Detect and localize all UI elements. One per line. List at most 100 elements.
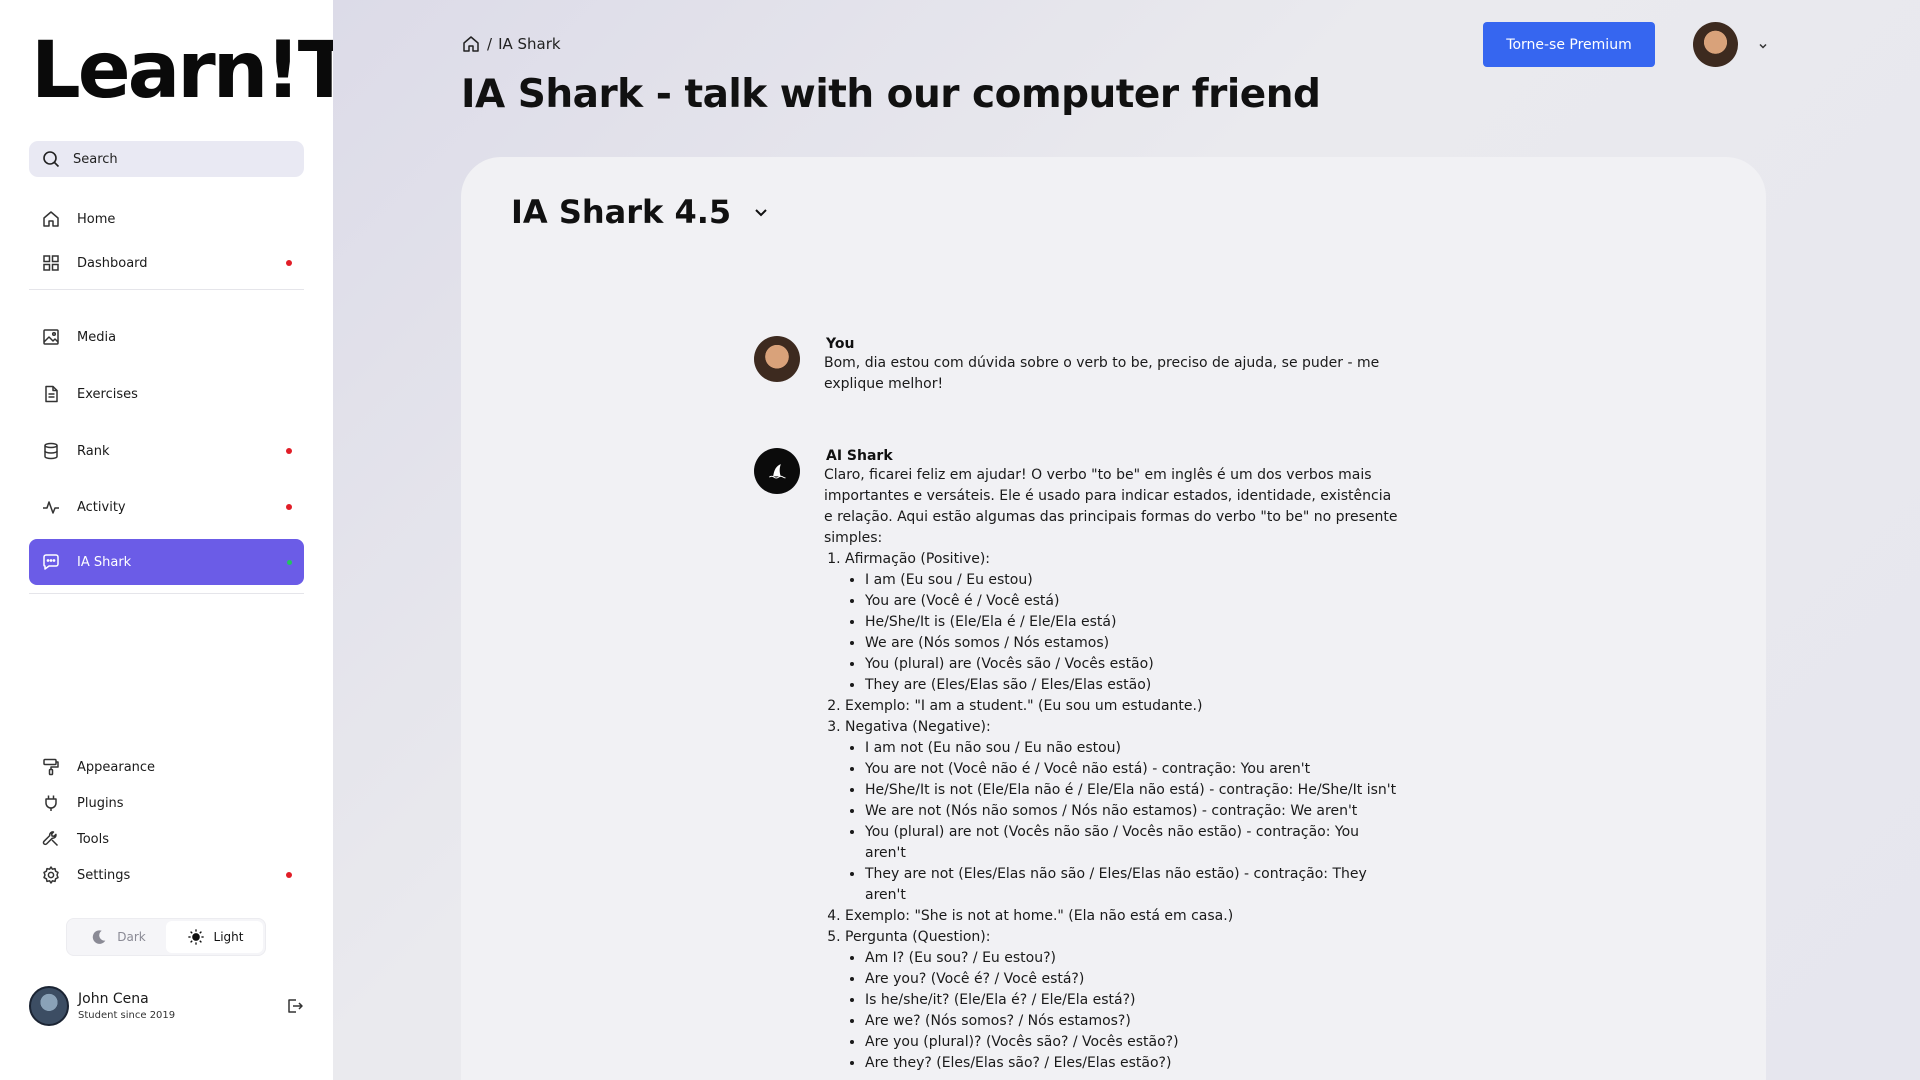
divider: [29, 289, 304, 290]
sidebar-item-exercises[interactable]: Exercises: [29, 372, 304, 416]
sidebar: Learn!T Search Home Dashboard Media Exer…: [0, 0, 351, 1080]
chat-message-ai: AI Shark Claro, ficarei feliz em ajudar!…: [754, 448, 1404, 1080]
list-item: Afirmação (Positive): I am (Eu sou / Eu …: [845, 549, 1404, 696]
sidebar-item-ia-shark[interactable]: IA Shark: [29, 539, 304, 585]
sidebar-item-label: Exercises: [77, 386, 138, 402]
sidebar-item-dashboard[interactable]: Dashboard: [29, 241, 304, 285]
list-item: Am I? (Eu sou? / Eu estou?): [865, 948, 1404, 969]
profile-name: John Cena: [78, 991, 149, 1007]
list-item: You (plural) are (Vocês são / Vocês estã…: [865, 654, 1404, 675]
list-item: You (plural) are not (Vocês não são / Vo…: [865, 822, 1404, 864]
message-body: AI Shark Claro, ficarei feliz em ajudar!…: [824, 448, 1404, 1074]
shark-fin-icon: [767, 461, 787, 481]
sidebar-item-home[interactable]: Home: [29, 197, 304, 241]
theme-dark-label: Dark: [117, 930, 146, 944]
app-logo[interactable]: Learn!T: [31, 26, 351, 116]
sun-icon: [186, 927, 206, 947]
notification-dot: [286, 504, 292, 510]
sidebar-item-label: Tools: [77, 831, 110, 847]
sidebar-item-settings[interactable]: Settings: [29, 853, 304, 897]
message-text: Claro, ficarei feliz em ajudar! O verbo …: [824, 467, 1398, 546]
sidebar-item-label: Appearance: [77, 759, 156, 775]
list-item: They are (Eles/Elas são / Eles/Elas estã…: [865, 675, 1404, 696]
avatar[interactable]: [29, 986, 69, 1026]
database-icon: [41, 441, 61, 461]
activity-icon: [41, 497, 61, 517]
list-item: Are we? (Nós somos? / Nós estamos?): [865, 1011, 1404, 1032]
search-icon: [41, 149, 61, 169]
chevron-down-icon[interactable]: [1753, 36, 1773, 56]
list-item: Pergunta (Question): Am I? (Eu sou? / Eu…: [845, 927, 1404, 1074]
list-item: They are not (Eles/Elas não são / Eles/E…: [865, 864, 1404, 906]
paint-roller-icon: [41, 757, 61, 777]
sidebar-item-label: Activity: [77, 499, 126, 515]
theme-option-light[interactable]: Light: [166, 921, 263, 953]
sidebar-item-label: Dashboard: [77, 255, 148, 271]
theme-light-label: Light: [213, 930, 244, 944]
list-item: He/She/It is not (Ele/Ela não é / Ele/El…: [865, 780, 1404, 801]
message-body: You Bom, dia estou com dúvida sobre o ve…: [824, 336, 1404, 395]
sidebar-item-label: Settings: [77, 867, 131, 883]
answer-list: Afirmação (Positive): I am (Eu sou / Eu …: [845, 549, 1404, 1074]
premium-button[interactable]: Torne-se Premium: [1483, 22, 1655, 67]
model-name: IA Shark 4.5: [511, 193, 732, 231]
breadcrumb-current[interactable]: IA Shark: [498, 35, 561, 53]
user-profile[interactable]: John Cena Student since 2019: [29, 985, 304, 1027]
list-item-text: Afirmação (Positive):: [845, 551, 991, 567]
theme-toggle[interactable]: Dark Light: [66, 918, 266, 956]
chat-icon: [41, 552, 61, 572]
notification-dot: [286, 448, 292, 454]
home-icon: [41, 209, 61, 229]
list-item: Are they? (Eles/Elas são? / Eles/Elas es…: [865, 1053, 1404, 1074]
avatar: [754, 336, 800, 382]
home-icon[interactable]: [461, 34, 481, 54]
list-item: Are you (plural)? (Vocês são? / Vocês es…: [865, 1032, 1404, 1053]
gear-icon: [41, 865, 61, 885]
notification-dot: [286, 260, 292, 266]
breadcrumb: / IA Shark: [461, 34, 561, 54]
avatar: [754, 448, 800, 494]
document-icon: [41, 384, 61, 404]
message-text: Bom, dia estou com dúvida sobre o verb t…: [824, 355, 1380, 392]
list-item: Exemplo: "She is not at home." (Ela não …: [845, 906, 1404, 927]
list-item: He/She/It is (Ele/Ela é / Ele/Ela está): [865, 612, 1404, 633]
notification-dot: [286, 872, 292, 878]
app-root: Learn!T Search Home Dashboard Media Exer…: [0, 0, 1920, 1080]
theme-option-dark[interactable]: Dark: [69, 921, 166, 953]
chevron-down-icon: [751, 202, 771, 222]
message-author: AI Shark: [826, 448, 893, 464]
list-item: I am not (Eu não sou / Eu não estou): [865, 738, 1404, 759]
chat-panel: IA Shark 4.5 You Bom, dia estou com dúvi…: [461, 157, 1766, 1080]
list-item: Exemplo: "I am a student." (Eu sou um es…: [845, 696, 1404, 717]
sidebar-item-label: Plugins: [77, 795, 124, 811]
main-area: / IA Shark IA Shark - talk with our comp…: [333, 0, 1920, 1080]
list-item: Are you? (Você é? / Você está?): [865, 969, 1404, 990]
grid-icon: [41, 253, 61, 273]
breadcrumb-separator: /: [487, 35, 493, 53]
profile-subtitle: Student since 2019: [78, 1010, 176, 1021]
sidebar-item-activity[interactable]: Activity: [29, 485, 304, 529]
list-item-text: Pergunta (Question):: [845, 929, 991, 945]
search-input[interactable]: Search: [73, 152, 118, 167]
page-title: IA Shark - talk with our computer friend: [461, 72, 1321, 117]
model-selector[interactable]: IA Shark 4.5: [511, 193, 771, 231]
sidebar-item-label: Rank: [77, 443, 110, 459]
status-dot: [287, 560, 292, 565]
list-item: I am (Eu sou / Eu estou): [865, 570, 1404, 591]
profile-text: John Cena Student since 2019: [78, 991, 175, 1021]
list-item: Negativa (Negative): I am not (Eu não so…: [845, 717, 1404, 906]
moon-icon: [89, 927, 109, 947]
plug-icon: [41, 793, 61, 813]
wrench-icon: [41, 829, 61, 849]
sidebar-item-media[interactable]: Media: [29, 315, 304, 359]
list-item: You are not (Você não é / Você não está)…: [865, 759, 1404, 780]
chat-message-user: You Bom, dia estou com dúvida sobre o ve…: [754, 336, 1404, 406]
search-box[interactable]: Search: [29, 141, 304, 177]
avatar[interactable]: [1693, 22, 1738, 67]
sidebar-item-label: Media: [77, 329, 117, 345]
message-author: You: [826, 336, 855, 352]
sidebar-item-rank[interactable]: Rank: [29, 429, 304, 473]
divider: [29, 593, 304, 594]
logout-icon[interactable]: [284, 996, 304, 1016]
sidebar-item-label: IA Shark: [77, 554, 132, 570]
